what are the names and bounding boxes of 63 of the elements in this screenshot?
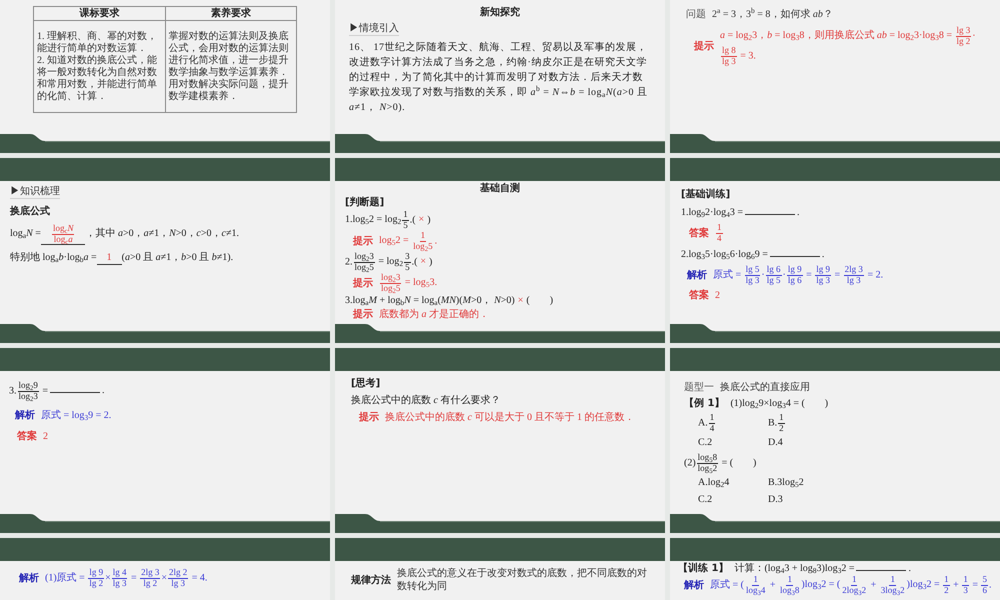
answer-text: 2: [43, 430, 48, 443]
method-label: 规律方法: [351, 574, 391, 586]
statement-text: .: [797, 206, 800, 219]
analysis-label: 解析: [19, 572, 39, 584]
problem-text: 2$^{a}$ = 3，3$^{b}$ = 8，如何求 ab？: [712, 8, 833, 21]
option-text: A.log$_{2}$4: [698, 476, 730, 490]
example-text: 计算：(log$_{4}$3 + log$_{8}$3)log$_{3}$2 =: [734, 562, 854, 575]
analysis-text: 原式 = log$_{3}$9 = 2.: [41, 409, 112, 422]
option-text: B.3log$_{5}$2: [768, 476, 805, 490]
answer-text: 1 4: [715, 223, 724, 243]
analysis-label: 解析: [684, 578, 704, 592]
paragraph-text: 16、 17世纪之际随着天文、航海、工程、贸易以及军事的发展，改进数字计算方法成了当务之急，约翰·纳皮尔正是在研究天文学的过程中，为了简化其中的计算而发明了对数方法．后来天才数学家欧拉发现了对数与指数的关系，即 a$^{b}$ = N⇔b = log$_{a}$N(a>0 且 a≠1， N>0).: [349, 40, 648, 115]
hint-label: 提示: [694, 40, 714, 52]
section-heading: ▶情境引入: [349, 23, 399, 36]
statement-text: 3.log$_{a}$M + log$_{b}$N = log$_{a}$(MN)(M>0， N>0) × ( ): [345, 294, 554, 307]
example-text: (1)log$_{2}$9×log$_{3}$4 = ( ): [730, 397, 828, 410]
fill-in-line: 1: [96, 252, 122, 265]
statement-text: 2.log$_{3}$5·log$_{5}$6·log$_{6}$9 =: [681, 248, 768, 261]
problem-label: 问题: [686, 8, 706, 21]
problem-text: 换底公式的直接应用: [720, 381, 810, 394]
analysis-label: 解析: [687, 268, 707, 282]
statement-text: 特别地 log$_{a}$b·log$_{b}$a =: [10, 251, 97, 264]
hint-text: 换底公式中的底数 c 可以是大于 0 且不等于 1 的任意数．: [385, 411, 634, 424]
example-label: 【例 1】: [684, 397, 724, 410]
slide-title: 新知探究: [480, 7, 520, 19]
example-text: .: [908, 562, 911, 575]
statement-text: log$_{a}$N =: [10, 227, 41, 240]
answer-label: 答案: [689, 289, 709, 302]
statement-text: ，其中 a>0，a≠1，N>0，c>0，c≠1.: [85, 227, 239, 240]
table-cell-text: 1. 理解积、商、幂的对数，能进行简单的对数运算．: [37, 30, 158, 54]
analysis-label: 解析: [15, 409, 35, 422]
hint-label: 提示: [353, 234, 373, 248]
fill-in-line: log$_{c}$N log$_{c}$a: [40, 224, 86, 245]
hint-label: 提示: [353, 308, 373, 321]
statement-text: 换底公式中的底数 c 有什么要求？: [351, 394, 500, 407]
option-text: D.3: [768, 493, 784, 507]
hint-label: 提示: [359, 411, 379, 424]
table-header-cell: 课标要求: [34, 6, 165, 20]
hint-label: 提示: [353, 276, 373, 290]
statement-text: .: [822, 248, 824, 261]
exercise-heading: [判断题]: [345, 196, 384, 209]
hint-text: log$_{2}$3 log$_{2}$5 = log$_{5}$3.: [379, 273, 438, 293]
table-cell-text: 2. 知道对数的换底公式，能将一般对数转化为自然对数和常用对数，并能进行简单的化简、计算．: [37, 54, 158, 102]
table-header-cell: 素养要求: [165, 6, 296, 20]
hint-text: 底数都为 a 才是正确的．: [379, 308, 489, 321]
section-heading: ▶知识梳理: [10, 186, 60, 199]
option-text: C.2: [698, 436, 714, 450]
exercise-heading: [基础训练]: [681, 188, 730, 201]
exercise-heading: [思考]: [351, 377, 380, 390]
problem-label: 题型一: [684, 381, 714, 394]
answer-text: 2: [715, 289, 720, 302]
example-label: 【训练 1】: [678, 562, 728, 574]
answer-label: 答案: [689, 226, 709, 240]
method-text: 换底公式的意义在于改变对数式的底数，把不同底数的对数转化为同: [397, 567, 648, 593]
option-text: C.2: [698, 493, 714, 507]
table-cell-text: 掌握对数的运算法则及换底公式，会用对数的运算法则进行化简求值，进一步提升数学抽象与数学运算素养．用对数解决实际问题，提升数学建模素养．: [168, 30, 290, 102]
statement-text: (a>0 且 a≠1，b>0 且 b≠1).: [122, 251, 234, 264]
statement-text: 1.log$_{9}$2·log$_{4}$3 =: [681, 206, 744, 219]
statement-text: .: [102, 384, 105, 398]
slide-title: 基础自测: [480, 183, 520, 195]
option-text: D.4: [768, 436, 784, 450]
answer-label: 答案: [17, 430, 37, 443]
exercise-heading: 换底公式: [10, 205, 50, 218]
